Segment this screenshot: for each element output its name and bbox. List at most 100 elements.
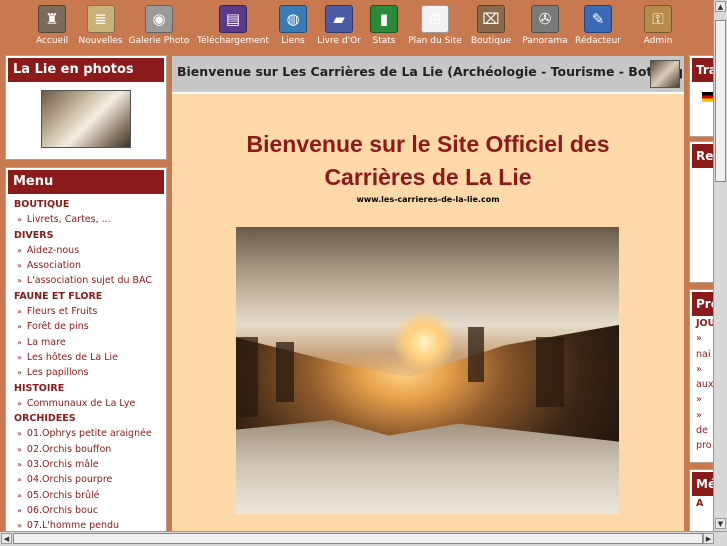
toolbar-item-10[interactable]: ✎ Rédacteur bbox=[574, 0, 622, 50]
toolbar-item-1[interactable]: ≣ Nouvelles bbox=[78, 0, 123, 50]
menu-item[interactable]: » Les hôtes de La Lie bbox=[14, 350, 158, 365]
menu-item[interactable]: » 01.Ophrys petite araignée bbox=[14, 426, 158, 441]
toolbar-item-4[interactable]: ◍ Liens bbox=[278, 0, 308, 50]
toolbar-item-label[interactable]: Téléchargement bbox=[197, 36, 269, 46]
bullet-icon: » bbox=[17, 429, 22, 439]
toolbar-item-label[interactable]: Panorama bbox=[522, 36, 567, 46]
toolbar-item-label[interactable]: Rédacteur bbox=[575, 36, 621, 46]
horizontal-scrollbar[interactable]: ◀ ▶ bbox=[0, 531, 727, 546]
toolbar-item-label[interactable]: Boutique bbox=[471, 36, 511, 46]
vertical-scroll-thumb[interactable] bbox=[715, 20, 726, 182]
toolbar-item-label[interactable]: Nouvelles bbox=[78, 36, 122, 46]
toolbar-item-5[interactable]: ▰ Livre d'Or bbox=[317, 0, 361, 50]
menu-item-label[interactable]: Association bbox=[27, 260, 81, 271]
menu-category[interactable]: DIVERS bbox=[14, 228, 158, 243]
scroll-icon[interactable]: ≣ bbox=[86, 5, 115, 33]
film-reel-icon[interactable]: ✇ bbox=[531, 5, 559, 33]
menu-item-label[interactable]: Les papillons bbox=[27, 367, 89, 378]
menu-item[interactable]: » 04.Orchis pourpre bbox=[14, 472, 158, 487]
menu-item-label[interactable]: Forêt de pins bbox=[27, 321, 89, 332]
menu-item-label[interactable]: 03.Orchis mâle bbox=[27, 459, 99, 470]
bullet-icon: » bbox=[17, 337, 22, 347]
menu-item-label[interactable]: 07.L'homme pendu bbox=[27, 520, 119, 531]
menu-item[interactable]: » 06.Orchis bouc bbox=[14, 503, 158, 518]
bullet-icon: » bbox=[17, 245, 22, 255]
globe-icon[interactable]: ◍ bbox=[279, 5, 307, 33]
toolbar-item-label[interactable]: Galerie Photo bbox=[129, 36, 190, 46]
bullet-icon: » bbox=[17, 368, 22, 378]
toolbar-item-label[interactable]: Plan du Site bbox=[408, 36, 462, 46]
menu-item-label[interactable]: Communaux de La Lye bbox=[27, 398, 135, 409]
menu-item[interactable]: » 02.Orchis bouffon bbox=[14, 442, 158, 457]
menu-title: Menu bbox=[8, 170, 164, 194]
menu-item-label[interactable]: L'association sujet du BAC bbox=[27, 275, 152, 286]
bullet-icon: » bbox=[17, 490, 22, 500]
content-header: Bienvenue sur Les Carrières de La Lie (A… bbox=[172, 56, 684, 94]
camera-icon[interactable]: ◉ bbox=[145, 5, 173, 33]
bullet-icon: » bbox=[17, 307, 22, 317]
toolbar-item-2[interactable]: ◉ Galerie Photo bbox=[128, 0, 190, 50]
toolbar-item-label[interactable]: Admin bbox=[644, 36, 673, 46]
bullet-icon: » bbox=[17, 444, 22, 454]
menu-item-label[interactable]: 04.Orchis pourpre bbox=[27, 474, 112, 485]
menu-list: BOUTIQUE » Livrets, Cartes, ... DIVERS » Aide… bbox=[8, 194, 164, 534]
menu-item[interactable]: » Communaux de La Lye bbox=[14, 396, 158, 411]
menu-item[interactable]: » Fleurs et Fruits bbox=[14, 304, 158, 319]
toolbar-item-label[interactable]: Accueil bbox=[36, 36, 68, 46]
scroll-down-arrow-icon[interactable]: ▼ bbox=[715, 518, 726, 529]
toolbar-item-label[interactable]: Stats bbox=[373, 36, 396, 46]
sitemap-icon[interactable]: ⊞ bbox=[421, 5, 449, 33]
cash-register-icon[interactable]: ⌧ bbox=[477, 5, 505, 33]
bar-chart-icon[interactable]: ▮ bbox=[370, 5, 398, 33]
toolbar-item-3[interactable]: ▤ Téléchargement bbox=[197, 0, 269, 50]
pen-icon[interactable]: ✎ bbox=[584, 5, 612, 33]
toolbar-item-11[interactable]: ⚿ Admin bbox=[640, 0, 676, 50]
main-content: Bienvenue sur Les Carrières de La Lie (A… bbox=[172, 56, 684, 531]
menu-item[interactable]: » Les papillons bbox=[14, 365, 158, 380]
scroll-right-arrow-icon[interactable]: ▶ bbox=[703, 533, 714, 544]
menu-item[interactable]: » Forêt de pins bbox=[14, 319, 158, 334]
menu-item-label[interactable]: Aidez-nous bbox=[27, 245, 79, 256]
bullet-icon: » bbox=[17, 521, 22, 531]
horizontal-scroll-thumb[interactable] bbox=[13, 533, 703, 544]
toolbar-item-label[interactable]: Liens bbox=[281, 36, 304, 46]
vertical-scrollbar[interactable]: ▲ ▼ bbox=[713, 0, 727, 531]
menu-item-label[interactable]: La mare bbox=[27, 337, 66, 348]
menu-item[interactable]: » L'association sujet du BAC bbox=[14, 273, 158, 288]
menu-item-label[interactable]: Livrets, Cartes, ... bbox=[27, 214, 111, 225]
menu-item[interactable]: » Aidez-nous bbox=[14, 243, 158, 258]
tower-icon[interactable]: ♜ bbox=[38, 5, 66, 33]
toolbar-item-6[interactable]: ▮ Stats bbox=[370, 0, 398, 50]
book-icon[interactable]: ▰ bbox=[325, 5, 353, 33]
toolbar-item-7[interactable]: ⊞ Plan du Site bbox=[408, 0, 462, 50]
floppy-disk-icon[interactable]: ▤ bbox=[219, 5, 247, 33]
menu-item[interactable]: » Association bbox=[14, 258, 158, 273]
menu-category[interactable]: HISTOIRE bbox=[14, 381, 158, 396]
welcome-line-2: Carrières de La Lie bbox=[324, 164, 532, 190]
menu-item-label[interactable]: 05.Orchis brûlé bbox=[27, 490, 100, 501]
menu-category[interactable]: BOUTIQUE bbox=[14, 197, 158, 212]
menu-item-label[interactable]: 06.Orchis bouc bbox=[27, 505, 98, 516]
site-url: www.les-carrieres-de-la-lie.com bbox=[356, 195, 500, 204]
menu-item[interactable]: » 05.Orchis brûlé bbox=[14, 488, 158, 503]
padlock-icon[interactable]: ⚿ bbox=[644, 5, 672, 33]
toolbar-item-8[interactable]: ⌧ Boutique bbox=[471, 0, 511, 50]
menu-item-label[interactable]: Les hôtes de La Lie bbox=[27, 352, 118, 363]
toolbar-item-0[interactable]: ♜ Accueil bbox=[36, 0, 68, 50]
toolbar-item-9[interactable]: ✇ Panorama bbox=[521, 0, 569, 50]
photo-panel: La Lie en photos bbox=[6, 56, 166, 159]
toolbar-item-label[interactable]: Livre d'Or bbox=[317, 36, 361, 46]
bullet-icon: » bbox=[17, 261, 22, 271]
scroll-left-arrow-icon[interactable]: ◀ bbox=[1, 533, 12, 544]
menu-item[interactable]: » Livrets, Cartes, ... bbox=[14, 212, 158, 227]
menu-item[interactable]: » 03.Orchis mâle bbox=[14, 457, 158, 472]
menu-category[interactable]: ORCHIDEES bbox=[14, 411, 158, 426]
menu-category[interactable]: FAUNE ET FLORE bbox=[14, 289, 158, 304]
menu-item-label[interactable]: Fleurs et Fruits bbox=[27, 306, 97, 317]
scroll-up-arrow-icon[interactable]: ▲ bbox=[715, 1, 726, 12]
menu-item-label[interactable]: 02.Orchis bouffon bbox=[27, 444, 111, 455]
menu-item[interactable]: » La mare bbox=[14, 335, 158, 350]
bullet-icon: » bbox=[17, 475, 22, 485]
quarry-thumbnail-image[interactable] bbox=[41, 90, 131, 148]
menu-item-label[interactable]: 01.Ophrys petite araignée bbox=[27, 428, 152, 439]
